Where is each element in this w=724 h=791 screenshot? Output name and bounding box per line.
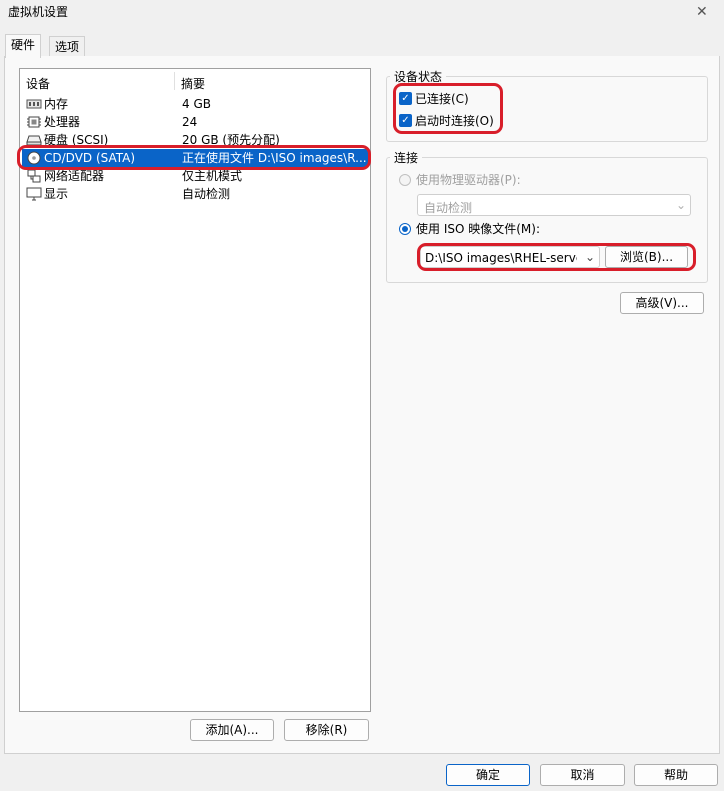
highlight-ring <box>417 243 696 271</box>
chevron-down-icon: ⌄ <box>676 198 687 212</box>
device-name: 显示 <box>44 187 69 201</box>
highlight-ring <box>393 83 503 134</box>
column-header-device[interactable]: 设备 <box>26 75 50 92</box>
device-summary: 4 GB <box>182 97 211 111</box>
connection-title: 连接 <box>390 149 423 166</box>
processor-icon <box>26 115 42 129</box>
tab-hardware[interactable]: 硬件 <box>5 34 42 58</box>
device-name: 内存 <box>44 97 69 111</box>
ok-button[interactable]: 确定 <box>446 764 530 786</box>
iso-image-radio[interactable] <box>399 223 411 235</box>
display-icon <box>26 187 42 201</box>
window-title: 虚拟机设置 <box>8 5 69 19</box>
advanced-button[interactable]: 高级(V)... <box>620 292 704 314</box>
device-row-memory[interactable]: 内存 4 GB <box>22 95 368 113</box>
help-button[interactable]: 帮助 <box>634 764 718 786</box>
tab-options[interactable]: 选项 <box>49 36 86 57</box>
device-row-processor[interactable]: 处理器 24 <box>22 113 368 131</box>
physical-drive-dropdown: 自动检测 ⌄ <box>417 194 691 216</box>
column-separator <box>174 72 175 90</box>
remove-button[interactable]: 移除(R) <box>284 719 369 741</box>
cancel-button[interactable]: 取消 <box>540 764 625 786</box>
physical-drive-label: 使用物理驱动器(P): <box>416 173 521 187</box>
iso-image-label[interactable]: 使用 ISO 映像文件(M): <box>416 220 540 237</box>
device-summary: 自动检测 <box>182 187 231 201</box>
physical-drive-dropdown-value: 自动检测 <box>424 201 473 215</box>
add-button[interactable]: 添加(A)... <box>190 719 274 741</box>
device-name: 处理器 <box>44 115 81 129</box>
device-summary: 24 <box>182 115 198 129</box>
memory-icon <box>26 97 42 111</box>
column-header-summary[interactable]: 摘要 <box>181 75 205 92</box>
network-adapter-icon <box>26 169 42 183</box>
device-row-display[interactable]: 显示 自动检测 <box>22 185 368 203</box>
highlight-ring <box>17 145 371 170</box>
close-icon[interactable]: ✕ <box>696 4 708 20</box>
physical-drive-radio <box>399 174 411 186</box>
